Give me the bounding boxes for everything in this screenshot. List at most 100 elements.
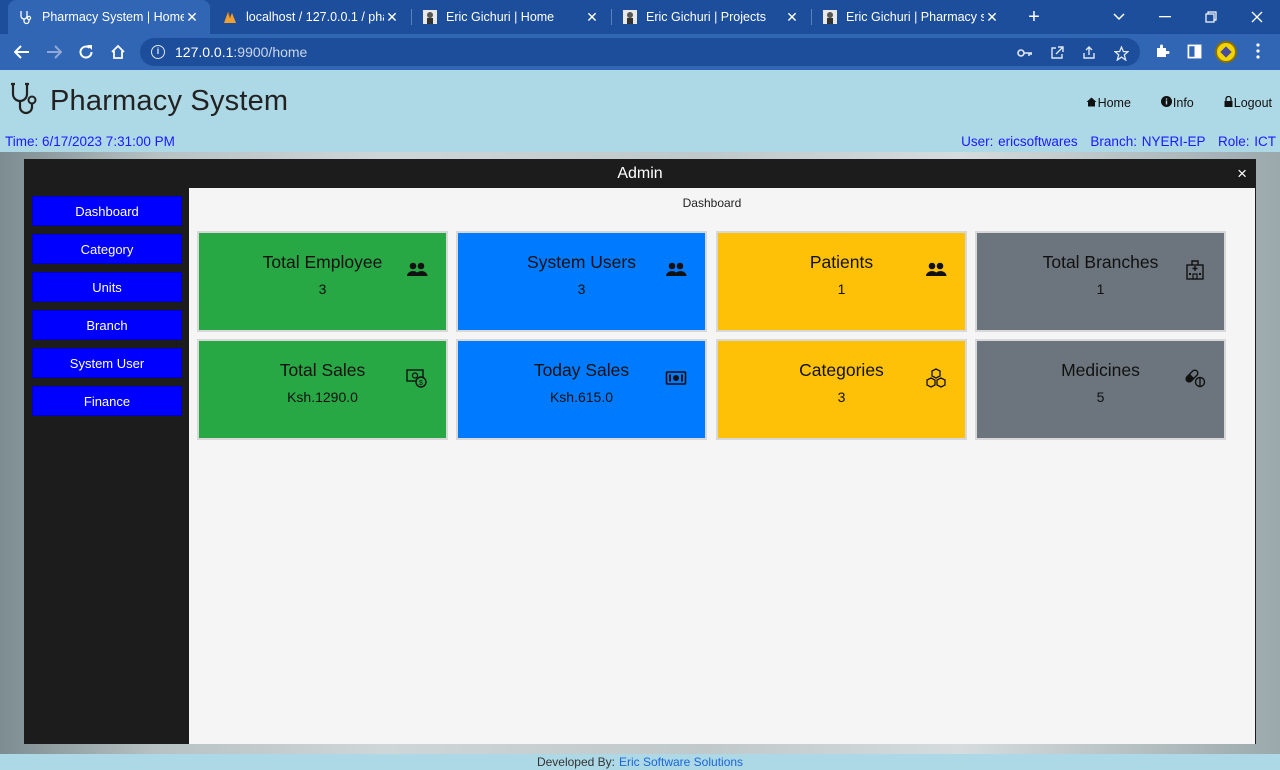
current-time: Time: 6/17/2023 7:31:00 PM — [5, 134, 175, 149]
tab-eric-pharmacy[interactable]: Eric Gichuri | Pharmacy sy ✕ — [812, 0, 1010, 34]
restore-icon[interactable] — [1188, 0, 1234, 34]
sidebar-item-category[interactable]: Category — [32, 234, 182, 264]
sidebar: Dashboard Category Units Branch System U… — [24, 188, 189, 744]
card-value: Ksh.615.0 — [549, 389, 614, 405]
app-header: Pharmacy System Home Info Logout Time: 6… — [0, 70, 1280, 152]
stethoscope-icon — [18, 9, 34, 25]
card-today-sales[interactable]: Today Sales Ksh.615.0 — [456, 339, 707, 440]
user-name: User: ericsoftwares — [961, 134, 1078, 149]
admin-panel: Admin × Dashboard Category Units Branch … — [24, 159, 1256, 744]
capsule-icon — [1184, 367, 1206, 389]
close-tab-icon[interactable]: ✕ — [584, 9, 600, 26]
users-icon — [406, 259, 428, 281]
close-tab-icon[interactable]: ✕ — [784, 9, 800, 26]
stethoscope-icon — [8, 80, 48, 123]
tab-eric-home[interactable]: Eric Gichuri | Home ✕ — [412, 0, 610, 34]
user-branch: Branch: NYERI-EP — [1090, 134, 1206, 149]
top-nav: Home Info Logout — [1056, 95, 1272, 110]
card-total-branches[interactable]: Total Branches 1 — [975, 231, 1226, 332]
boxes-icon — [925, 367, 947, 389]
close-tab-icon[interactable]: ✕ — [984, 9, 1000, 26]
panel-title: Admin — [617, 164, 663, 182]
browser-tab-strip: Pharmacy System | Home ✕ localhost / 127… — [0, 0, 1280, 34]
browser-toolbar: i 127.0.0.1:9900/home — [0, 34, 1280, 70]
lock-icon — [1224, 95, 1233, 110]
extensions-icon[interactable] — [1152, 41, 1172, 61]
card-total-employee[interactable]: Total Employee 3 — [197, 231, 448, 332]
nav-home-link[interactable]: Home — [1086, 96, 1131, 110]
forward-icon[interactable] — [42, 40, 66, 64]
minimize-icon[interactable] — [1142, 0, 1188, 34]
tab-phpmyadmin[interactable]: localhost / 127.0.0.1 / pha ✕ — [212, 0, 410, 34]
address-bar[interactable]: i 127.0.0.1:9900/home — [140, 38, 1140, 66]
new-tab-icon[interactable]: + — [1024, 6, 1044, 28]
person-favicon-icon — [622, 9, 638, 25]
key-icon[interactable] — [1016, 44, 1034, 62]
panel-header: Admin × — [24, 159, 1256, 188]
card-value: 3 — [577, 281, 586, 297]
card-system-users[interactable]: System Users 3 — [456, 231, 707, 332]
tab-title: Eric Gichuri | Home — [446, 10, 555, 24]
menu-kebab-icon[interactable] — [1248, 41, 1268, 61]
footer-developer-link[interactable]: Eric Software Solutions — [619, 755, 743, 769]
app-title: Pharmacy System — [50, 85, 289, 117]
card-value: 3 — [318, 281, 327, 297]
footer: Developed By: Eric Software Solutions — [0, 754, 1280, 770]
card-patients[interactable]: Patients 1 — [716, 231, 967, 332]
nav-info-label: Info — [1172, 96, 1194, 110]
tab-eric-projects[interactable]: Eric Gichuri | Projects ✕ — [612, 0, 810, 34]
users-icon — [665, 259, 687, 281]
info-icon — [1160, 96, 1172, 110]
side-panel-icon[interactable] — [1184, 41, 1204, 61]
nav-info-link[interactable]: Info — [1160, 96, 1194, 110]
sidebar-item-system-user[interactable]: System User — [32, 348, 182, 378]
tab-title: Eric Gichuri | Projects — [646, 10, 766, 24]
app-logo[interactable]: Pharmacy System — [8, 80, 288, 123]
hospital-icon — [1184, 259, 1206, 281]
share-icon[interactable] — [1080, 44, 1098, 62]
reload-icon[interactable] — [74, 40, 98, 64]
dashboard-content: Dashboard Total Employee 3 System Users … — [189, 188, 1255, 744]
tab-title: localhost / 127.0.0.1 / pha — [246, 10, 384, 24]
close-tab-icon[interactable]: ✕ — [384, 9, 400, 26]
user-role: Role: ICT — [1217, 134, 1276, 149]
card-categories[interactable]: Categories 3 — [716, 339, 967, 440]
card-value: 1 — [837, 281, 846, 297]
tab-search-icon[interactable] — [1096, 0, 1142, 34]
footer-prefix: Developed By: — [536, 755, 615, 769]
sidebar-item-finance[interactable]: Finance — [32, 386, 182, 416]
page: Pharmacy System Home Info Logout Time: 6… — [0, 70, 1280, 770]
bookmark-star-icon[interactable] — [1112, 44, 1130, 62]
tab-title: Pharmacy System | Home — [42, 10, 184, 24]
profile-avatar-icon[interactable] — [1215, 41, 1237, 63]
phpmyadmin-icon — [222, 9, 238, 25]
back-icon[interactable] — [10, 40, 34, 64]
users-icon — [925, 259, 947, 281]
card-value: 3 — [837, 389, 846, 405]
card-value: 5 — [1096, 389, 1105, 405]
cash-coin-icon: $ — [406, 367, 428, 389]
nav-logout-label: Logout — [1233, 96, 1272, 110]
person-favicon-icon — [422, 9, 438, 25]
open-external-icon[interactable] — [1048, 44, 1066, 62]
tab-title: Eric Gichuri | Pharmacy sy — [846, 10, 984, 24]
person-favicon-icon — [822, 9, 838, 25]
home-icon[interactable] — [106, 40, 130, 64]
svg-text:$: $ — [419, 380, 423, 387]
card-value: 1 — [1096, 281, 1105, 297]
tab-pharmacy-home[interactable]: Pharmacy System | Home ✕ — [8, 0, 210, 34]
card-medicines[interactable]: Medicines 5 — [975, 339, 1226, 440]
home-icon — [1086, 97, 1097, 110]
site-info-icon[interactable]: i — [151, 45, 165, 59]
breadcrumb: Dashboard — [682, 196, 742, 210]
nav-logout-link[interactable]: Logout — [1224, 95, 1272, 110]
card-total-sales[interactable]: Total Sales Ksh.1290.0 $ — [197, 339, 448, 440]
sidebar-item-dashboard[interactable]: Dashboard — [32, 196, 182, 226]
cash-icon — [665, 367, 687, 389]
sidebar-item-units[interactable]: Units — [32, 272, 182, 302]
close-tab-icon[interactable]: ✕ — [184, 9, 200, 26]
close-window-icon[interactable] — [1234, 0, 1280, 34]
sidebar-item-branch[interactable]: Branch — [32, 310, 182, 340]
nav-home-label: Home — [1097, 96, 1131, 110]
close-icon[interactable]: × — [1237, 164, 1247, 184]
